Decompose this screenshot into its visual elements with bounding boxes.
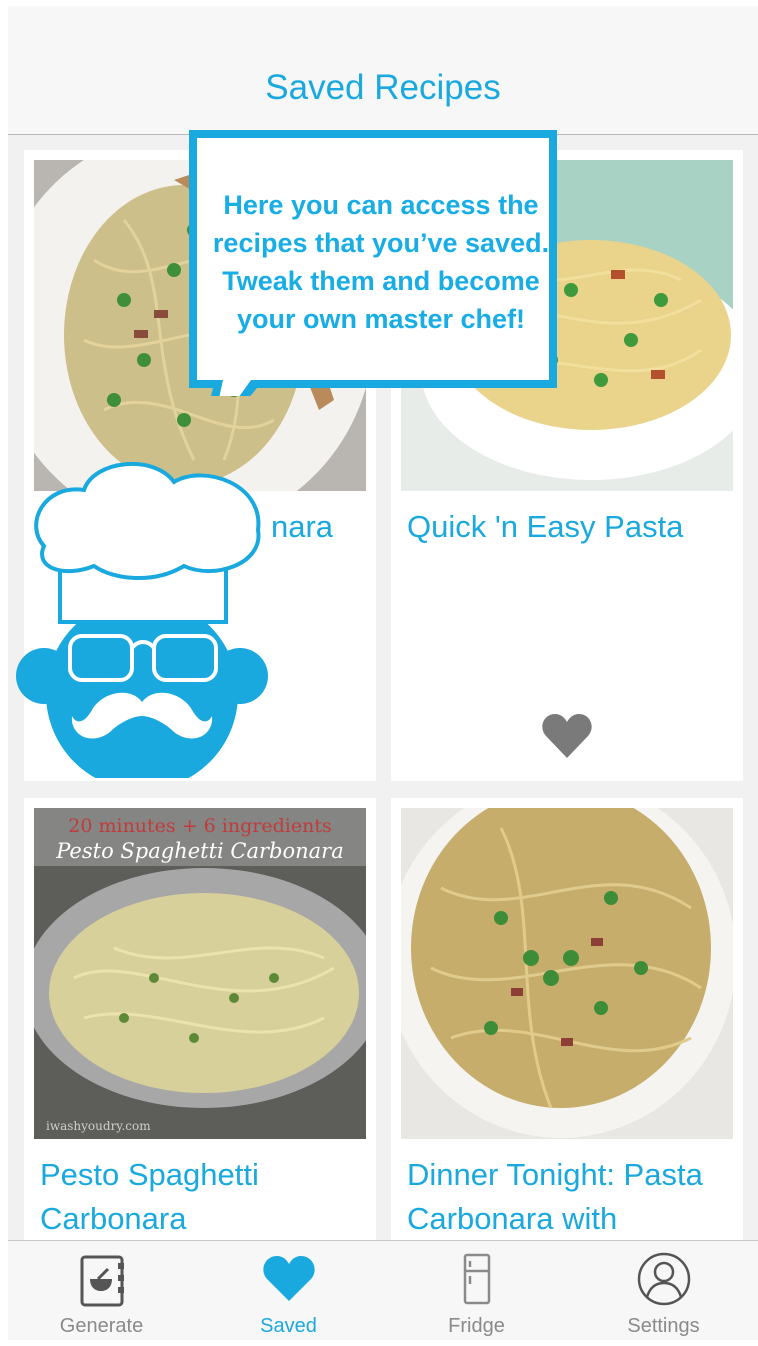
user-icon bbox=[637, 1252, 691, 1306]
navigation-bar: Saved Recipes bbox=[8, 6, 758, 135]
photo-watermark: iwashyoudry.com bbox=[46, 1119, 151, 1133]
tab-label: Fridge bbox=[448, 1315, 505, 1337]
photo-caption-top: 20 minutes + 6 ingredients bbox=[68, 815, 331, 837]
tab-label: Generate bbox=[59, 1315, 144, 1337]
recipe-title[interactable]: Dinner Tonight: Pasta Carbonara with bbox=[407, 1153, 729, 1241]
fridge-icon bbox=[463, 1253, 491, 1305]
tab-generate[interactable]: Generate bbox=[8, 1241, 195, 1340]
cookbook-icon bbox=[80, 1255, 124, 1307]
recipe-photo: 20 minutes + 6 ingredients Pesto Spaghet… bbox=[34, 808, 366, 1139]
tooltip-text: Here you can access the recipes that you… bbox=[212, 190, 550, 334]
tab-label: Settings bbox=[627, 1315, 700, 1337]
saved-recipes-screen: Saved Recipes nara Quick 'n Easy Pasta 2… bbox=[8, 6, 758, 1340]
chef-mascot-icon bbox=[16, 461, 268, 778]
tab-saved[interactable]: Saved bbox=[195, 1241, 382, 1340]
recipe-title[interactable]: Pesto Spaghetti Carbonara bbox=[40, 1153, 362, 1241]
photo-caption-main: Pesto Spaghetti Carbonara bbox=[55, 839, 343, 863]
recipe-card[interactable]: 20 minutes + 6 ingredients Pesto Spaghet… bbox=[24, 798, 376, 1258]
recipe-photo bbox=[401, 808, 733, 1139]
page-title: Saved Recipes bbox=[265, 68, 501, 107]
tab-label: Saved bbox=[260, 1315, 317, 1337]
recipe-card[interactable]: Dinner Tonight: Pasta Carbonara with bbox=[391, 798, 743, 1258]
heart-icon[interactable] bbox=[541, 712, 593, 760]
tab-settings[interactable]: Settings bbox=[570, 1241, 757, 1340]
tab-fridge[interactable]: Fridge bbox=[383, 1241, 570, 1340]
heart-icon bbox=[263, 1256, 315, 1301]
tab-bar: Generate Saved Fridge Settings bbox=[8, 1240, 758, 1340]
recipe-title[interactable]: Quick 'n Easy Pasta bbox=[407, 505, 729, 549]
